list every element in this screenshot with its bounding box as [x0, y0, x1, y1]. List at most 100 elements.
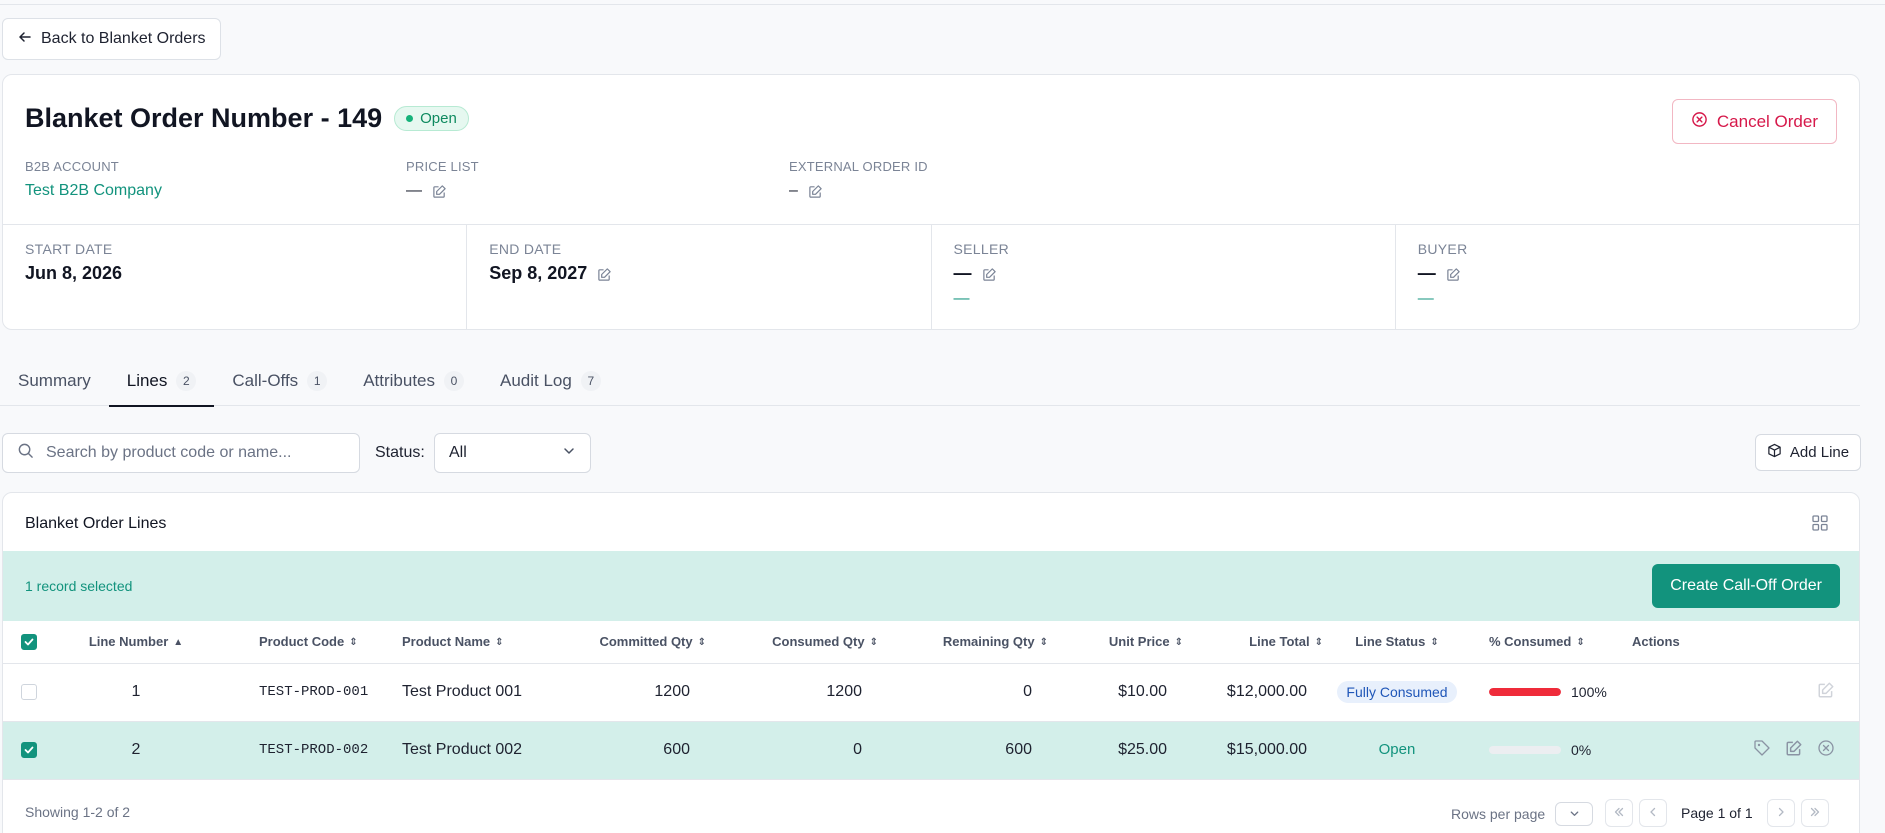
line-total-cell: $15,000.00 [1187, 721, 1327, 780]
buyer-label: BUYER [1417, 241, 1468, 257]
chevrons-left-icon [1613, 805, 1625, 821]
row-select-cell [3, 721, 47, 780]
row-checkbox[interactable] [21, 683, 37, 700]
back-label: Back to Blanket Orders [41, 30, 206, 47]
tab-audit-log[interactable]: Audit Log 7 [482, 356, 619, 406]
page-indicator: Page 1 of 1 [1681, 805, 1753, 821]
edit-icon[interactable] [1817, 681, 1835, 704]
external-order-id-field: EXTERNAL ORDER ID – [789, 159, 928, 200]
seller-cell: SELLER — — [932, 225, 1396, 329]
table-row[interactable]: 1 TEST-PROD-001 Test Product 001 1200 12… [3, 663, 1859, 722]
end-date-cell: END DATE Sep 8, 2027 [467, 225, 932, 329]
status-filter-label: Status: [375, 444, 425, 461]
col-actions: Actions [1622, 621, 1859, 664]
circle-x-icon [1691, 111, 1708, 133]
start-date-cell: START DATE Jun 8, 2026 [3, 225, 468, 329]
tab-label: Attributes [363, 371, 435, 390]
select-all-cell [3, 621, 47, 664]
consumed-qty-cell: 1200 [710, 663, 882, 722]
percent-consumed-cell: 100% [1467, 663, 1622, 722]
last-page-button[interactable] [1800, 799, 1829, 827]
col-label: Committed Qty [599, 634, 693, 650]
add-line-label: Add Line [1789, 444, 1850, 461]
edit-icon[interactable] [597, 266, 612, 281]
unit-price-cell: $25.00 [1052, 721, 1187, 780]
chevron-down-icon [562, 444, 576, 463]
col-unit-price[interactable]: Unit Price ⇕ [1052, 621, 1187, 664]
end-date-label: END DATE [489, 241, 562, 257]
sort-icon: ⇕ [1430, 637, 1439, 649]
edit-icon[interactable] [432, 184, 447, 199]
first-page-button[interactable] [1605, 799, 1633, 827]
sort-icon: ⇕ [1174, 637, 1183, 649]
external-order-id-value: – [789, 182, 798, 199]
prev-page-button[interactable] [1639, 799, 1667, 827]
tab-summary[interactable]: Summary [0, 356, 109, 406]
line-number-cell: 1 [47, 663, 225, 722]
order-header-card: Blanket Order Number - 149 Open Cancel O… [2, 74, 1860, 330]
circle-x-icon[interactable] [1817, 739, 1835, 762]
consumed-percent: 0% [1571, 742, 1592, 758]
col-committed-qty[interactable]: Committed Qty ⇕ [562, 621, 710, 664]
tab-lines[interactable]: Lines 2 [108, 356, 215, 407]
tab-bar: Summary Lines 2 Call-Offs 1 Attributes 0 Au… [0, 356, 1860, 407]
showing-text: Showing 1-2 of 2 [25, 804, 131, 820]
search-input[interactable] [46, 444, 336, 462]
edit-icon[interactable] [808, 184, 823, 199]
chevron-right-icon [1775, 805, 1787, 821]
product-name-cell: Test Product 001 [392, 663, 562, 722]
col-product-name[interactable]: Product Name ⇕ [392, 621, 562, 664]
percent-consumed-cell: 0% [1467, 721, 1622, 780]
table-row[interactable]: 2 TEST-PROD-002 Test Product 002 600 0 6… [3, 721, 1859, 780]
tab-count-badge: 1 [307, 371, 328, 391]
create-call-off-order-button[interactable]: Create Call-Off Order [1652, 564, 1840, 608]
b2b-account-link[interactable]: Test B2B Company [25, 182, 162, 200]
col-product-code[interactable]: Product Code ⇕ [225, 621, 392, 664]
edit-icon[interactable] [1785, 739, 1803, 762]
col-remaining-qty[interactable]: Remaining Qty ⇕ [882, 621, 1052, 664]
line-status-badge: Fully Consumed [1337, 681, 1457, 703]
col-label: Unit Price [1108, 634, 1170, 650]
col-label: Actions [1632, 634, 1680, 650]
status-dot [406, 115, 414, 122]
consumed-qty-cell: 0 [710, 721, 882, 780]
tab-attributes[interactable]: Attributes 0 [345, 356, 482, 406]
package-icon [1767, 443, 1782, 462]
cancel-order-button[interactable]: Cancel Order [1671, 99, 1837, 144]
status-badge: Open [394, 106, 469, 131]
tab-count-badge: 7 [580, 371, 601, 391]
external-order-id-label: EXTERNAL ORDER ID [789, 159, 928, 174]
sort-icon: ⇕ [869, 637, 878, 649]
actions-cell [1622, 721, 1859, 780]
edit-icon[interactable] [982, 266, 997, 281]
col-line-total[interactable]: Line Total ⇕ [1187, 621, 1327, 664]
consumed-progress-bar [1489, 688, 1561, 696]
chevrons-right-icon [1809, 805, 1821, 821]
tab-count-badge: 2 [176, 371, 197, 391]
sort-asc-icon: ▲ [173, 637, 184, 649]
table-footer: Showing 1-2 of 2 Rows per page Page 1 of… [3, 786, 1859, 833]
tab-call-offs[interactable]: Call-Offs 1 [214, 356, 345, 406]
tag-icon[interactable] [1753, 739, 1771, 762]
cancel-order-label: Cancel Order [1716, 111, 1818, 131]
table-header-row: Line Number ▲ Product Code ⇕ Product Name ⇕… [3, 621, 1859, 664]
col-line-status[interactable]: Line Status ⇕ [1327, 621, 1467, 664]
select-all-checkbox[interactable] [21, 634, 37, 651]
grid-view-icon[interactable] [1811, 514, 1829, 532]
status-filter-select[interactable]: All [434, 433, 591, 473]
actions-cell [1622, 663, 1859, 722]
col-percent-consumed[interactable]: % Consumed ⇕ [1467, 621, 1622, 664]
col-consumed-qty[interactable]: Consumed Qty ⇕ [710, 621, 882, 664]
edit-icon[interactable] [1446, 266, 1461, 281]
rows-per-page-select[interactable] [1555, 802, 1594, 826]
col-line-number[interactable]: Line Number ▲ [47, 621, 225, 664]
row-checkbox[interactable] [21, 741, 37, 758]
search-box [2, 433, 360, 473]
tab-label: Audit Log [500, 371, 572, 390]
add-line-button[interactable]: Add Line [1755, 434, 1861, 471]
back-to-blanket-orders-button[interactable]: Back to Blanket Orders [2, 18, 221, 60]
lines-table-card: Blanket Order Lines 1 record selected Cr… [2, 492, 1860, 833]
remaining-qty-cell: 0 [882, 663, 1052, 722]
arrow-left-icon [17, 29, 33, 50]
next-page-button[interactable] [1766, 799, 1795, 827]
